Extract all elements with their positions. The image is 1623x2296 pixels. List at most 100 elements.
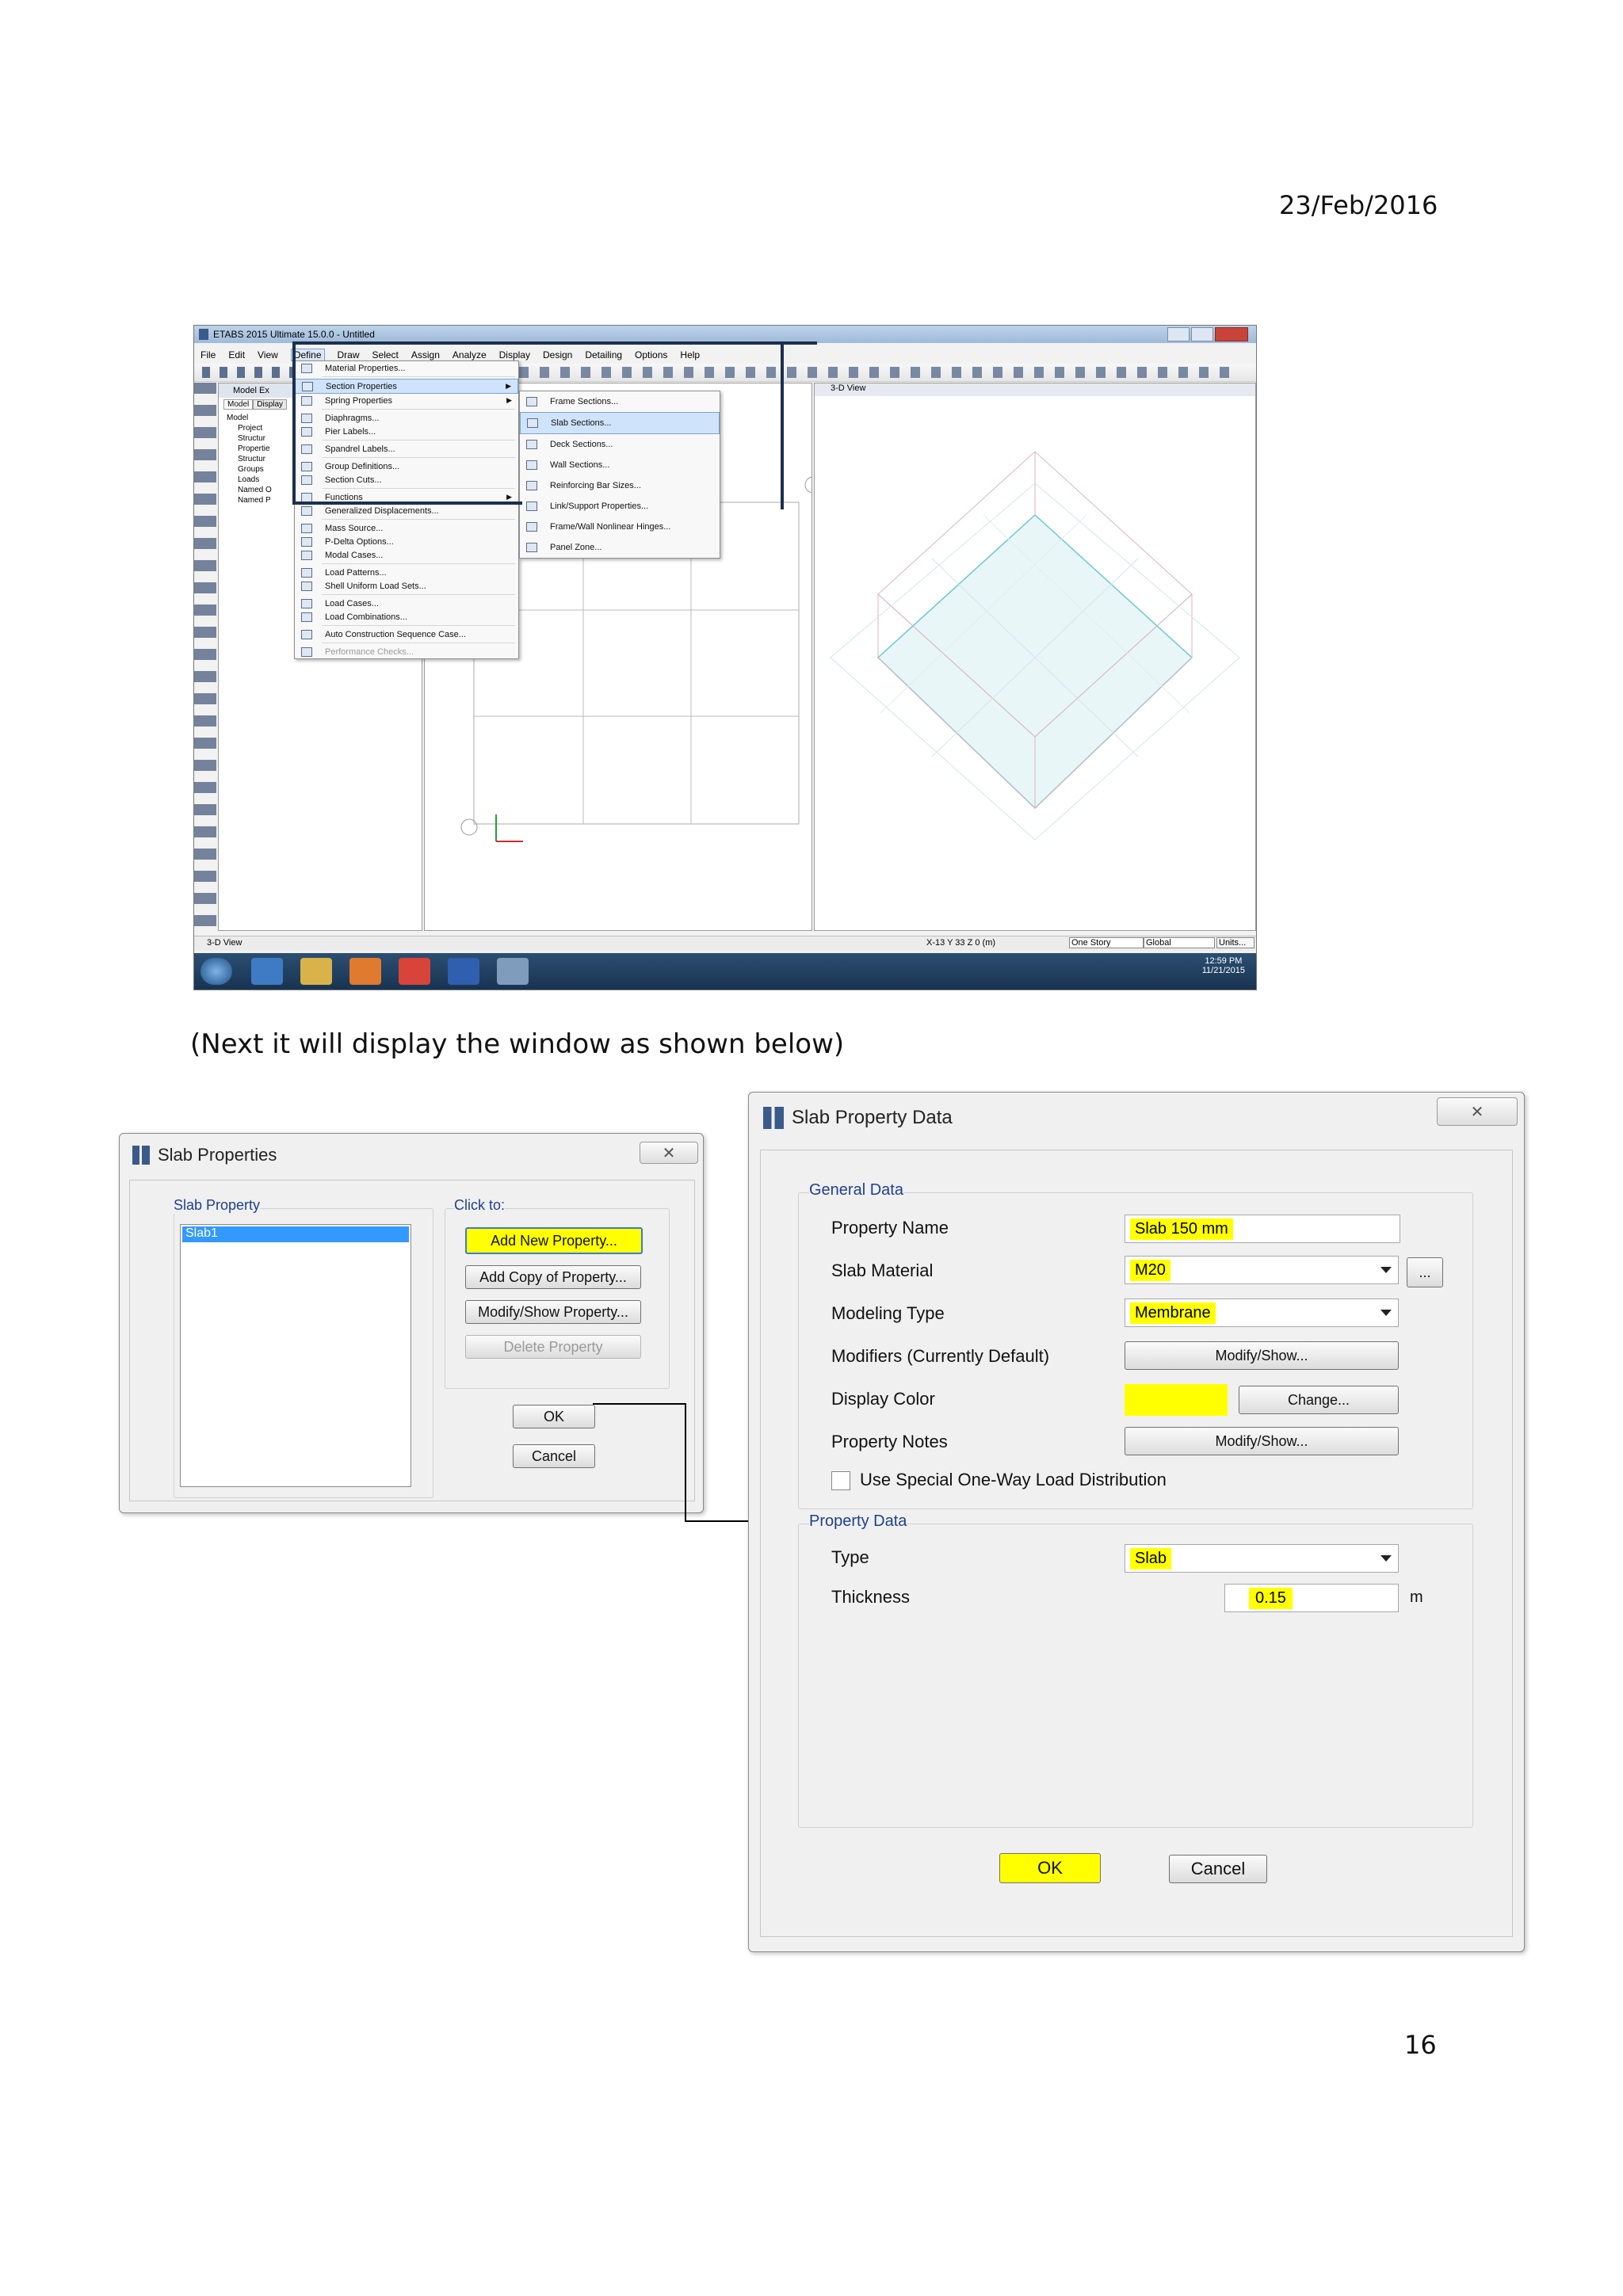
three-d-view: 3-D View — [814, 383, 1256, 931]
define-menu-item[interactable]: Group Definitions... — [295, 460, 518, 473]
start-button[interactable] — [200, 958, 232, 985]
etabs-task-icon[interactable] — [497, 958, 529, 985]
chevron-down-icon — [1381, 1555, 1392, 1562]
define-menu-item[interactable]: Spandrel Labels... — [295, 442, 518, 456]
property-name-input[interactable]: Slab 150 mm — [1125, 1215, 1400, 1243]
one-way-load-checkbox[interactable] — [831, 1471, 850, 1490]
define-menu-item[interactable]: Mass Source... — [295, 521, 518, 535]
units-button[interactable]: Units... — [1216, 937, 1254, 948]
maximize-icon[interactable] — [1191, 327, 1213, 341]
ie-icon[interactable] — [251, 958, 283, 985]
section-submenu-item[interactable]: Deck Sections... — [520, 434, 720, 455]
minimize-icon[interactable] — [1167, 327, 1190, 341]
modeling-type-select[interactable]: Membrane — [1125, 1299, 1399, 1327]
add-new-property-button[interactable]: Add New Property... — [465, 1227, 643, 1254]
slab-properties-close-button[interactable]: ✕ — [640, 1142, 698, 1164]
slab-property-list-item[interactable]: Slab1 — [182, 1226, 409, 1242]
define-menu-item[interactable]: Diaphragms... — [295, 411, 518, 425]
define-menu-item[interactable]: Shell Uniform Load Sets... — [295, 579, 518, 593]
define-menu-item[interactable]: Generalized Displacements... — [295, 504, 518, 517]
menu-select[interactable]: Select — [372, 349, 399, 360]
toolbar-icons-right[interactable] — [519, 367, 1232, 378]
define-menu-item[interactable]: Load Combinations... — [295, 610, 518, 624]
slab-property-data-cancel-button[interactable]: Cancel — [1169, 1855, 1267, 1883]
define-menu-item[interactable]: Load Patterns... — [295, 566, 518, 579]
section-submenu-item-label: Panel Zone... — [550, 543, 602, 552]
thickness-value: 0.15 — [1249, 1587, 1293, 1609]
chevron-down-icon — [1381, 1310, 1392, 1316]
section-submenu-item[interactable]: Frame Sections... — [520, 391, 720, 412]
add-copy-property-button[interactable]: Add Copy of Property... — [465, 1265, 641, 1289]
define-menu-item[interactable]: Spring Properties ▶ — [295, 394, 518, 407]
menu-item-icon — [526, 522, 537, 532]
thickness-input[interactable]: 0.15 — [1224, 1584, 1399, 1612]
menu-help[interactable]: Help — [680, 349, 700, 360]
menu-design[interactable]: Design — [543, 349, 572, 360]
menu-display[interactable]: Display — [499, 349, 530, 360]
define-menu-item[interactable]: Section Properties ▶ — [295, 379, 518, 394]
page-caption: (Next it will display the window as show… — [190, 1028, 845, 1060]
tab-model[interactable]: Model — [223, 399, 254, 410]
menu-item-icon — [301, 363, 312, 373]
tab-display[interactable]: Display — [253, 399, 288, 410]
menu-draw[interactable]: Draw — [338, 349, 360, 360]
section-submenu-item[interactable]: Wall Sections... — [520, 455, 720, 475]
global-select[interactable]: Global — [1144, 937, 1215, 948]
menu-edit[interactable]: Edit — [228, 349, 245, 360]
toolbar-icons[interactable] — [202, 367, 297, 378]
menu-analyze[interactable]: Analyze — [453, 349, 487, 360]
left-toolbar[interactable] — [194, 383, 216, 953]
section-submenu-item[interactable]: Panel Zone... — [520, 537, 720, 558]
clock-date: 11/21/2015 — [1201, 966, 1245, 975]
display-color-change-button[interactable]: Change... — [1239, 1386, 1399, 1414]
menu-options[interactable]: Options — [635, 349, 667, 360]
modify-show-property-button[interactable]: Modify/Show Property... — [465, 1300, 641, 1324]
menu-define[interactable]: Define — [290, 349, 325, 361]
section-submenu-item[interactable]: Slab Sections... — [520, 412, 720, 434]
story-select[interactable]: One Story — [1069, 937, 1144, 948]
section-submenu-item[interactable]: Link/Support Properties... — [520, 496, 720, 517]
slab-property-data-close-button[interactable]: ✕ — [1437, 1097, 1518, 1126]
menu-assign[interactable]: Assign — [411, 349, 440, 360]
define-menu-item[interactable]: Modal Cases... — [295, 548, 518, 562]
menu-file[interactable]: File — [200, 349, 216, 360]
modifiers-modify-show-button[interactable]: Modify/Show... — [1125, 1341, 1399, 1370]
slab-properties-title: Slab Properties — [158, 1145, 277, 1165]
type-label: Type — [831, 1547, 869, 1567]
define-menu-item[interactable]: Pier Labels... — [295, 425, 518, 438]
define-menu-item[interactable]: Load Cases... — [295, 597, 518, 610]
define-menu-item[interactable]: P-Delta Options... — [295, 535, 518, 548]
define-menu-item[interactable]: Material Properties... — [295, 361, 518, 375]
define-menu-item[interactable]: Performance Checks... — [295, 645, 518, 658]
define-menu-item[interactable]: Section Cuts... — [295, 473, 518, 486]
menu-view[interactable]: View — [258, 349, 278, 360]
annotation-frame-top — [294, 341, 817, 345]
folder-icon[interactable] — [300, 958, 332, 985]
slab-property-list[interactable]: Slab1 — [180, 1224, 411, 1487]
slab-material-select[interactable]: M20 — [1125, 1256, 1399, 1284]
define-menu-item[interactable]: Auto Construction Sequence Case... — [295, 627, 518, 641]
media-player-icon[interactable] — [349, 958, 381, 985]
define-menu-item-label: Load Patterns... — [325, 567, 387, 578]
display-color-swatch — [1125, 1384, 1228, 1416]
slab-properties-ok-button[interactable]: OK — [513, 1405, 595, 1428]
material-ellipsis-button[interactable]: ... — [1407, 1257, 1443, 1287]
section-submenu-item[interactable]: Reinforcing Bar Sizes... — [520, 475, 720, 496]
type-select[interactable]: Slab — [1125, 1544, 1399, 1573]
slab-properties-cancel-button[interactable]: Cancel — [513, 1444, 595, 1468]
chrome-icon[interactable] — [399, 958, 430, 985]
section-submenu-item[interactable]: Frame/Wall Nonlinear Hinges... — [520, 517, 720, 537]
define-menu-item-label: Functions — [325, 492, 363, 502]
property-notes-modify-show-button[interactable]: Modify/Show... — [1125, 1427, 1399, 1455]
delete-property-button[interactable]: Delete Property — [465, 1335, 641, 1359]
slab-property-data-ok-button[interactable]: OK — [999, 1853, 1101, 1883]
menu-detailing[interactable]: Detailing — [585, 349, 622, 360]
status-coords: X-13 Y 33 Z 0 (m) — [926, 938, 996, 948]
thickness-unit: m — [1410, 1589, 1423, 1606]
define-menu-item-label: Material Properties... — [325, 363, 406, 373]
define-menu-item-label: Auto Construction Sequence Case... — [325, 629, 466, 639]
close-icon[interactable] — [1215, 327, 1248, 341]
section-properties-submenu: Frame Sections... Slab Sections... Deck Se… — [519, 391, 720, 559]
menu-item-icon — [301, 523, 312, 533]
word-icon[interactable] — [448, 958, 479, 985]
